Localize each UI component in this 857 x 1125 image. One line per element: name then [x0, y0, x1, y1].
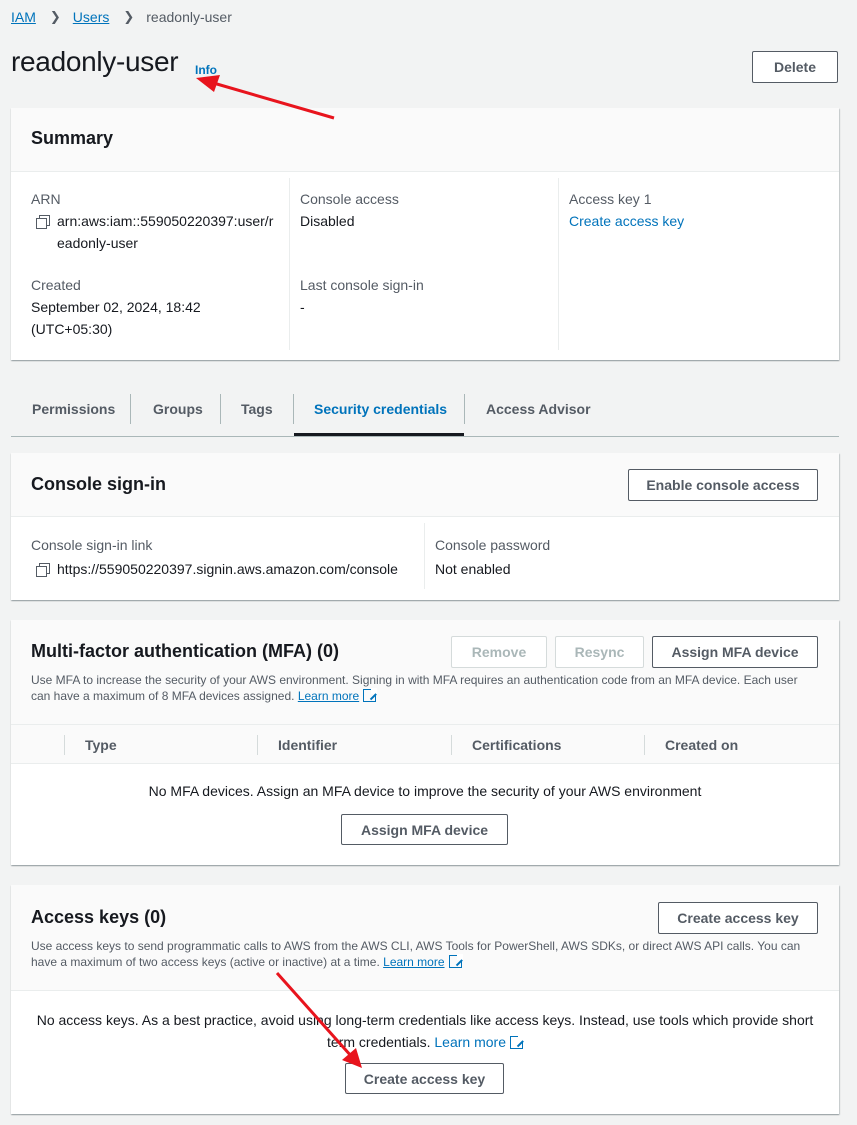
console-signin-title: Console sign-in	[31, 474, 166, 494]
chevron-right-icon: ❯	[49, 9, 61, 24]
mfa-description: Use MFA to increase the security of your…	[31, 673, 798, 703]
create-access-key-button[interactable]: Create access key	[658, 902, 818, 934]
mfa-empty-text: No MFA devices. Assign an MFA device to …	[148, 783, 702, 799]
tab-security-credentials[interactable]: Security credentials	[314, 394, 447, 424]
column-divider	[644, 735, 645, 755]
summary-header: Summary	[11, 108, 839, 172]
divider	[424, 523, 425, 589]
access-keys-header: Access keys (0) Use access keys to send …	[11, 885, 839, 991]
column-divider	[64, 735, 65, 755]
page-title: readonly-user	[11, 46, 179, 77]
external-link-icon	[363, 688, 378, 702]
access-keys-empty-text: No access keys. As a best practice, avoi…	[36, 1012, 814, 1050]
column-certifications[interactable]: Certifications	[472, 737, 561, 753]
tab-divider	[130, 394, 131, 424]
access-keys-title: Access keys (0)	[31, 907, 167, 927]
console-password-value: Not enabled	[435, 561, 511, 577]
breadcrumb-iam-link[interactable]: IAM	[11, 9, 36, 25]
summary-panel: Summary ARN arn:aws:iam::559050220397:us…	[11, 108, 839, 360]
signin-link-value: https://559050220397.signin.aws.amazon.c…	[57, 561, 398, 577]
copy-icon[interactable]	[36, 215, 50, 229]
summary-title: Summary	[31, 128, 114, 148]
create-access-key-empty-button[interactable]: Create access key	[345, 1063, 504, 1094]
console-password-label: Console password	[435, 537, 551, 553]
last-signin-value: -	[300, 299, 305, 315]
mfa-title: Multi-factor authentication (MFA) (0)	[31, 641, 339, 661]
mfa-table-header: Type Identifier Certifications Created o…	[11, 724, 839, 764]
divider	[289, 178, 290, 350]
column-divider	[451, 735, 452, 755]
external-link-icon	[448, 954, 463, 968]
mfa-learn-more-link[interactable]: Learn more	[298, 689, 359, 703]
assign-mfa-device-button[interactable]: Assign MFA device	[652, 636, 818, 668]
mfa-panel: Multi-factor authentication (MFA) (0) Us…	[11, 620, 839, 865]
arn-value-line1: arn:aws:iam::559050220397:user/r	[57, 213, 274, 229]
tabs: Permissions Groups Tags Security credent…	[11, 382, 839, 437]
created-value-line2: (UTC+05:30)	[31, 321, 113, 337]
breadcrumb-current: readonly-user	[146, 9, 232, 25]
column-type[interactable]: Type	[85, 737, 117, 753]
access-keys-description: Use access keys to send programmatic cal…	[31, 939, 801, 969]
column-divider	[257, 735, 258, 755]
signin-link-label: Console sign-in link	[31, 537, 153, 553]
column-created-on[interactable]: Created on	[665, 737, 738, 753]
access-keys-panel: Access keys (0) Use access keys to send …	[11, 885, 839, 1114]
remove-mfa-button[interactable]: Remove	[451, 636, 547, 668]
delete-button[interactable]: Delete	[752, 51, 838, 83]
create-access-key-link[interactable]: Create access key	[569, 213, 684, 229]
column-identifier[interactable]: Identifier	[278, 737, 337, 753]
tab-divider	[464, 394, 465, 424]
access-keys-learn-more-link[interactable]: Learn more	[383, 955, 444, 969]
console-signin-panel: Console sign-in Enable console access Co…	[11, 453, 839, 600]
breadcrumb: IAM ❯ Users ❯ readonly-user	[11, 7, 232, 27]
created-value-line1: September 02, 2024, 18:42	[31, 299, 201, 315]
external-link-icon	[509, 1035, 524, 1049]
chevron-right-icon: ❯	[123, 9, 135, 24]
last-signin-label: Last console sign-in	[300, 277, 424, 293]
tab-tags[interactable]: Tags	[241, 394, 273, 424]
created-label: Created	[31, 277, 81, 293]
breadcrumb-users-link[interactable]: Users	[73, 9, 110, 25]
assign-mfa-device-empty-button[interactable]: Assign MFA device	[341, 814, 508, 845]
console-access-value: Disabled	[300, 213, 355, 229]
tab-groups[interactable]: Groups	[153, 394, 203, 424]
copy-icon[interactable]	[36, 563, 50, 577]
access-keys-empty-learn-more-link[interactable]: Learn more	[434, 1034, 506, 1050]
enable-console-access-button[interactable]: Enable console access	[628, 469, 818, 501]
arn-label: ARN	[31, 191, 61, 207]
access-key-label: Access key 1	[569, 191, 652, 207]
tab-permissions[interactable]: Permissions	[32, 394, 115, 424]
tab-divider	[293, 394, 294, 424]
tab-access-advisor[interactable]: Access Advisor	[486, 394, 591, 424]
active-tab-indicator	[294, 433, 464, 436]
info-link[interactable]: Info	[195, 63, 217, 77]
resync-mfa-button[interactable]: Resync	[555, 636, 644, 668]
divider	[558, 178, 559, 350]
arn-value-line2: eadonly-user	[57, 235, 138, 251]
tab-divider	[220, 394, 221, 424]
console-access-label: Console access	[300, 191, 399, 207]
